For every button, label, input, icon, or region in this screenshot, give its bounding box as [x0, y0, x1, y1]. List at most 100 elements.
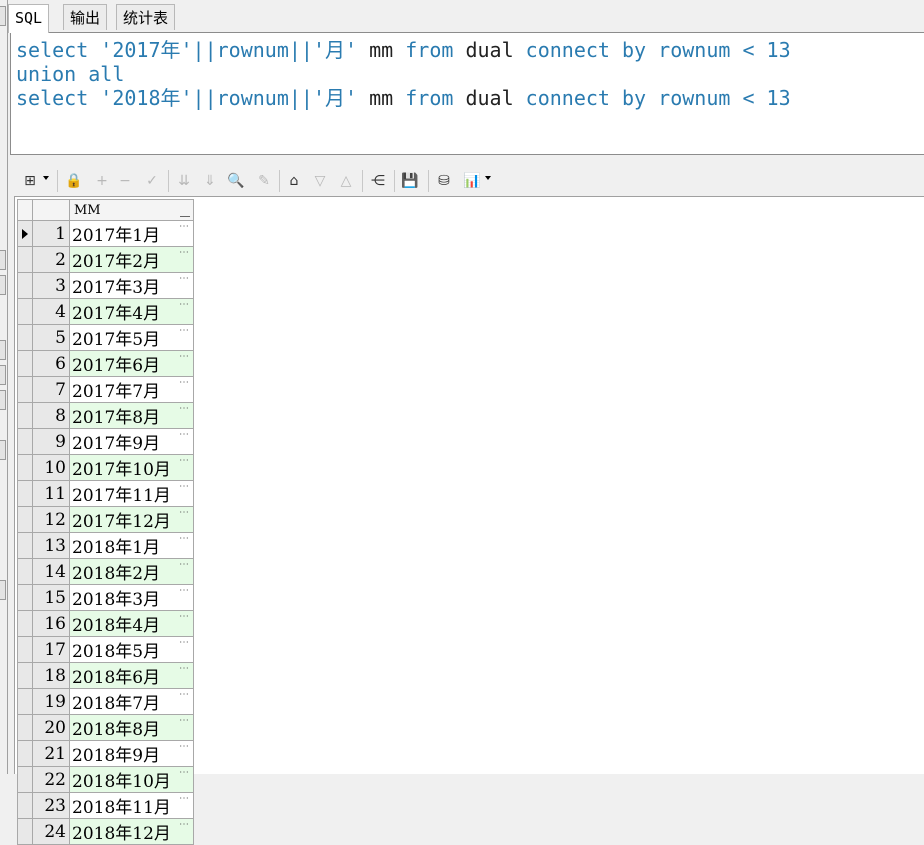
cell-editor-button-icon[interactable]: ⋯ — [179, 663, 189, 675]
cell-editor-button-icon[interactable]: ⋯ — [179, 585, 189, 597]
row-number[interactable]: 13 — [32, 532, 70, 559]
tab-statistics[interactable]: 统计表 — [116, 4, 176, 30]
cell-mm[interactable]: 2017年8月 ⋯ — [69, 402, 194, 429]
cell-mm[interactable]: 2017年7月 ⋯ — [69, 376, 194, 403]
grid-corner[interactable] — [17, 199, 33, 221]
table-row[interactable]: 3 2017年3月 ⋯ — [17, 272, 194, 299]
left-panel-handle[interactable] — [0, 6, 6, 26]
cell-mm[interactable]: 2018年5月 ⋯ — [69, 636, 194, 663]
table-row[interactable]: 6 2017年6月 ⋯ — [17, 350, 194, 377]
row-indicator[interactable] — [17, 714, 33, 741]
row-indicator[interactable] — [17, 688, 33, 715]
row-number[interactable]: 20 — [32, 714, 70, 741]
grid-options-icon[interactable]: ⊞ — [20, 171, 40, 191]
row-number[interactable]: 12 — [32, 506, 70, 533]
row-indicator[interactable] — [17, 636, 33, 663]
cell-editor-button-icon[interactable]: ⋯ — [179, 481, 189, 493]
cell-mm[interactable]: 2018年12月 ⋯ — [69, 818, 194, 845]
lock-icon[interactable]: 🔒 — [64, 171, 84, 191]
table-row[interactable]: 20 2018年8月 ⋯ — [17, 714, 194, 741]
chevron-down-icon[interactable] — [43, 176, 49, 180]
left-panel-handle[interactable] — [0, 275, 6, 295]
row-number[interactable]: 9 — [32, 428, 70, 455]
cell-editor-button-icon[interactable]: ⋯ — [179, 221, 189, 233]
row-number[interactable]: 3 — [32, 272, 70, 299]
table-row[interactable]: 18 2018年6月 ⋯ — [17, 662, 194, 689]
cell-mm[interactable]: 2017年1月 ⋯ — [69, 220, 194, 247]
row-indicator[interactable] — [17, 376, 33, 403]
post-changes-icon[interactable]: ✓ — [142, 171, 162, 191]
row-number[interactable]: 22 — [32, 766, 70, 793]
row-indicator[interactable] — [17, 610, 33, 637]
editor-splitter[interactable] — [10, 157, 924, 165]
row-indicator[interactable] — [17, 506, 33, 533]
row-number[interactable]: 17 — [32, 636, 70, 663]
fetch-last-page-icon[interactable]: ⇓ — [200, 171, 220, 191]
cell-editor-button-icon[interactable]: ⋯ — [179, 429, 189, 441]
row-number[interactable]: 8 — [32, 402, 70, 429]
row-indicator[interactable] — [17, 246, 33, 273]
cell-editor-button-icon[interactable]: ⋯ — [179, 247, 189, 259]
row-number[interactable]: 5 — [32, 324, 70, 351]
next-record-icon[interactable]: ▽ — [310, 171, 330, 191]
table-row[interactable]: 11 2017年11月 ⋯ — [17, 480, 194, 507]
cell-editor-button-icon[interactable]: ⋯ — [179, 325, 189, 337]
table-row[interactable]: 23 2018年11月 ⋯ — [17, 792, 194, 819]
tab-output[interactable]: 输出 — [63, 4, 108, 30]
row-number[interactable]: 14 — [32, 558, 70, 585]
cell-editor-button-icon[interactable]: ⋯ — [179, 637, 189, 649]
cell-mm[interactable]: 2018年11月 ⋯ — [69, 792, 194, 819]
column-header-mm[interactable]: MM — [69, 199, 194, 221]
row-number[interactable]: 10 — [32, 454, 70, 481]
row-number[interactable]: 19 — [32, 688, 70, 715]
table-row[interactable]: 4 2017年4月 ⋯ — [17, 298, 194, 325]
row-number[interactable]: 6 — [32, 350, 70, 377]
left-panel-handle[interactable] — [0, 390, 6, 410]
cell-editor-button-icon[interactable]: ⋯ — [179, 455, 189, 467]
cell-mm[interactable]: 2018年1月 ⋯ — [69, 532, 194, 559]
row-number[interactable]: 11 — [32, 480, 70, 507]
cell-editor-button-icon[interactable]: ⋯ — [179, 741, 189, 753]
chart-icon[interactable]: 📊 — [462, 171, 482, 191]
row-indicator[interactable] — [17, 350, 33, 377]
cell-editor-button-icon[interactable]: ⋯ — [179, 403, 189, 415]
previous-record-icon[interactable]: △ — [336, 171, 356, 191]
cell-mm[interactable]: 2017年4月 ⋯ — [69, 298, 194, 325]
row-indicator[interactable] — [17, 454, 33, 481]
cell-editor-button-icon[interactable]: ⋯ — [179, 299, 189, 311]
table-row[interactable]: 14 2018年2月 ⋯ — [17, 558, 194, 585]
fetch-next-page-icon[interactable]: ⇊ — [174, 171, 194, 191]
cell-mm[interactable]: 2017年5月 ⋯ — [69, 324, 194, 351]
row-number[interactable]: 23 — [32, 792, 70, 819]
row-number[interactable]: 24 — [32, 818, 70, 845]
cell-editor-button-icon[interactable]: ⋯ — [179, 351, 189, 363]
row-indicator[interactable] — [17, 324, 33, 351]
cell-editor-button-icon[interactable]: ⋯ — [179, 273, 189, 285]
sql-editor[interactable]: select '2017年'||rownum||'月' mm from dual… — [10, 32, 924, 155]
cell-editor-button-icon[interactable]: ⋯ — [179, 819, 189, 831]
table-row[interactable]: 13 2018年1月 ⋯ — [17, 532, 194, 559]
row-indicator[interactable] — [17, 402, 33, 429]
row-number[interactable]: 21 — [32, 740, 70, 767]
query-by-example-icon[interactable]: ⌂ — [284, 171, 304, 191]
cell-mm[interactable]: 2018年2月 ⋯ — [69, 558, 194, 585]
row-number[interactable]: 2 — [32, 246, 70, 273]
tab-sql[interactable]: SQL — [8, 4, 50, 33]
row-number[interactable]: 15 — [32, 584, 70, 611]
cell-editor-button-icon[interactable]: ⋯ — [179, 611, 189, 623]
table-row[interactable]: 15 2018年3月 ⋯ — [17, 584, 194, 611]
table-row[interactable]: 22 2018年10月 ⋯ — [17, 766, 194, 793]
row-indicator[interactable] — [17, 740, 33, 767]
table-row[interactable]: 24 2018年12月 ⋯ — [17, 818, 194, 845]
cell-mm[interactable]: 2018年3月 ⋯ — [69, 584, 194, 611]
left-panel-handle[interactable] — [0, 580, 6, 600]
row-indicator[interactable] — [17, 766, 33, 793]
cell-mm[interactable]: 2017年9月 ⋯ — [69, 428, 194, 455]
row-indicator[interactable] — [17, 792, 33, 819]
cell-mm[interactable]: 2017年11月 ⋯ — [69, 480, 194, 507]
cell-editor-button-icon[interactable]: ⋯ — [179, 533, 189, 545]
row-indicator[interactable] — [17, 532, 33, 559]
cell-mm[interactable]: 2017年2月 ⋯ — [69, 246, 194, 273]
connect-icon[interactable]: ⋲ — [368, 171, 388, 191]
find-icon[interactable]: 🔍 — [226, 171, 246, 191]
